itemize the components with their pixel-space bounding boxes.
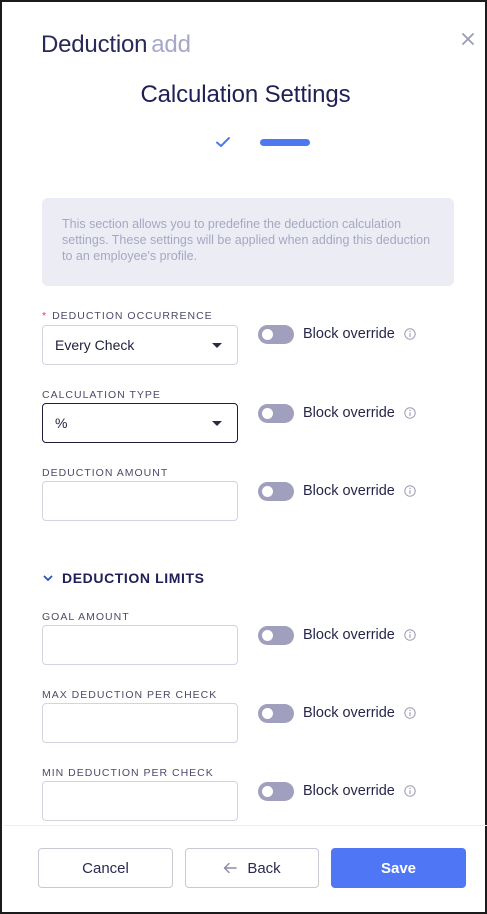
max-block-override-label: Block override bbox=[303, 705, 395, 721]
amount-label: DEDUCTION AMOUNT bbox=[42, 467, 169, 479]
info-icon[interactable] bbox=[404, 407, 416, 419]
info-icon[interactable] bbox=[404, 707, 416, 719]
deduction-limits-title: DEDUCTION LIMITS bbox=[62, 570, 205, 586]
arrow-left-icon bbox=[224, 862, 238, 874]
occurrence-select[interactable]: Every Check bbox=[42, 325, 238, 365]
min-deduction-input[interactable] bbox=[42, 781, 238, 821]
drawer-title-main: Deduction bbox=[41, 31, 148, 58]
calc-type-block-override-label: Block override bbox=[303, 405, 395, 421]
amount-input[interactable] bbox=[42, 481, 238, 521]
max-deduction-input[interactable] bbox=[42, 703, 238, 743]
footer-divider bbox=[4, 825, 487, 826]
close-icon[interactable] bbox=[457, 28, 479, 50]
info-icon[interactable] bbox=[404, 629, 416, 641]
occurrence-label: * DEDUCTION OCCURRENCE bbox=[42, 310, 213, 322]
calc-type-select[interactable]: % bbox=[42, 403, 238, 443]
info-icon[interactable] bbox=[404, 485, 416, 497]
chevron-down-icon bbox=[43, 575, 53, 581]
required-marker: * bbox=[42, 310, 48, 322]
caret-down-icon bbox=[212, 421, 222, 426]
step-title: Calculation Settings bbox=[140, 81, 351, 108]
amount-block-override-label: Block override bbox=[303, 483, 395, 499]
goal-amount-label: GOAL AMOUNT bbox=[42, 611, 130, 623]
back-button-label: Back bbox=[247, 859, 281, 877]
min-deduction-label: MIN DEDUCTION PER CHECK bbox=[42, 767, 214, 779]
info-icon[interactable] bbox=[404, 328, 416, 340]
amount-block-override-toggle[interactable] bbox=[258, 482, 294, 501]
drawer-panel: Deduction add Calculation Settings This s… bbox=[0, 0, 487, 914]
goal-block-override-toggle[interactable] bbox=[258, 626, 294, 645]
occurrence-block-override-toggle[interactable] bbox=[258, 325, 294, 344]
drawer-title: Deduction add bbox=[41, 31, 191, 59]
goal-block-override-label: Block override bbox=[303, 627, 395, 643]
occurrence-select-value: Every Check bbox=[55, 337, 135, 353]
back-button[interactable]: Back bbox=[185, 848, 319, 888]
calc-type-select-value: % bbox=[55, 415, 68, 431]
calc-type-label: CALCULATION TYPE bbox=[42, 389, 161, 401]
deduction-limits-toggle[interactable]: DEDUCTION LIMITS bbox=[42, 570, 205, 586]
min-block-override-toggle[interactable] bbox=[258, 782, 294, 801]
occurrence-block-override-label: Block override bbox=[303, 326, 395, 342]
calc-type-block-override-toggle[interactable] bbox=[258, 404, 294, 423]
step-complete-check-icon bbox=[216, 137, 230, 147]
drawer-title-sub: add bbox=[151, 31, 191, 58]
save-button[interactable]: Save bbox=[331, 848, 466, 888]
max-deduction-label: MAX DEDUCTION PER CHECK bbox=[42, 689, 218, 701]
info-icon[interactable] bbox=[404, 785, 416, 797]
goal-amount-input[interactable] bbox=[42, 625, 238, 665]
step-current-indicator bbox=[260, 139, 310, 146]
min-block-override-label: Block override bbox=[303, 783, 395, 799]
max-block-override-toggle[interactable] bbox=[258, 704, 294, 723]
cancel-button[interactable]: Cancel bbox=[38, 848, 173, 888]
info-box: This section allows you to predefine the… bbox=[42, 198, 454, 286]
caret-down-icon bbox=[212, 343, 222, 348]
